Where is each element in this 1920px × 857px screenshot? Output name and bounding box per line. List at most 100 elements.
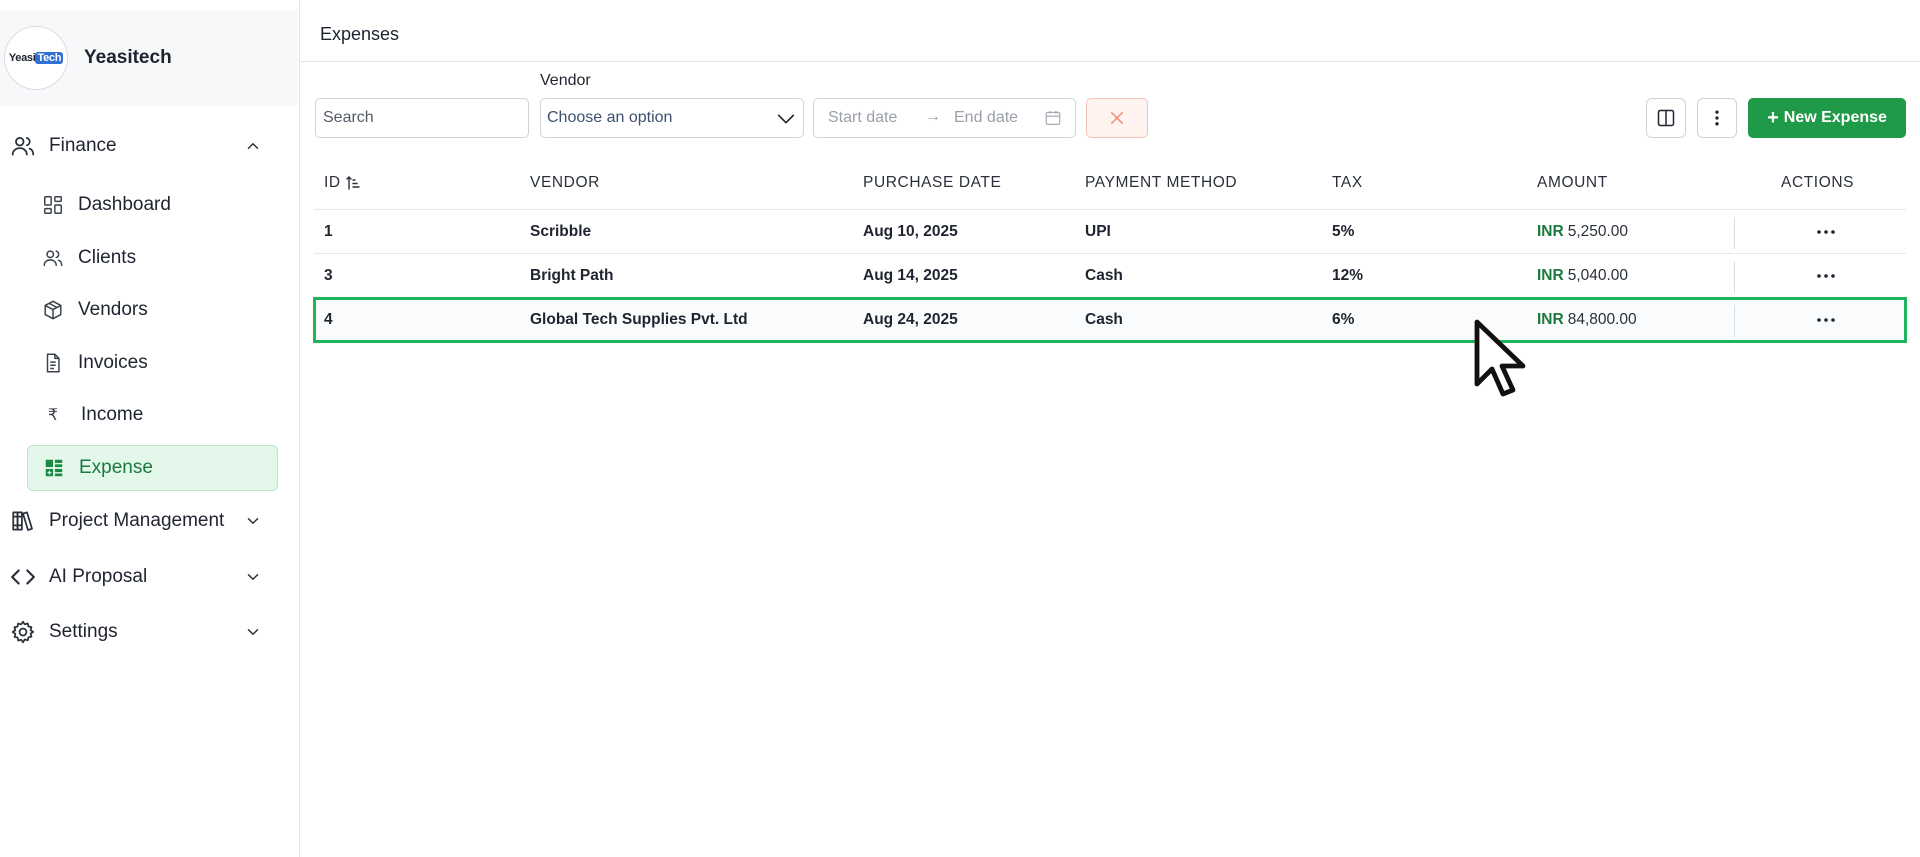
cell-id: 4: [324, 311, 333, 328]
cell-tax: 12%: [1332, 267, 1364, 284]
brand-name: Yeasitech: [84, 47, 172, 68]
sidebar-item-clients[interactable]: Clients: [27, 235, 278, 281]
column-header-payment-method[interactable]: PAYMENT METHOD: [1085, 174, 1237, 192]
code-icon: [11, 569, 35, 585]
sidebar-item-dashboard[interactable]: Dashboard: [27, 182, 278, 228]
new-expense-label: New Expense: [1783, 109, 1887, 126]
company-logo[interactable]: Yeasi Tech: [4, 26, 68, 90]
arrow-right-icon: →: [925, 108, 941, 125]
cell-payment-method: Cash: [1085, 311, 1123, 328]
column-divider: [1734, 261, 1735, 293]
chevron-down-icon: [777, 114, 795, 124]
column-header-id[interactable]: ID: [324, 174, 360, 192]
column-header-purchase-date[interactable]: PURCHASE DATE: [863, 174, 1001, 192]
column-divider: [1734, 217, 1735, 249]
sidebar-item-label: Vendors: [78, 299, 148, 320]
table-row[interactable]: 3 Bright Path Aug 14, 2025 Cash 12% INR 5…: [314, 254, 1906, 298]
vendor-select-placeholder: Choose an option: [547, 109, 673, 126]
table-row-highlighted[interactable]: 4 Global Tech Supplies Pvt. Ltd Aug 24, …: [313, 297, 1907, 343]
chevron-up-icon[interactable]: [244, 137, 262, 155]
sidebar-item-label: Expense: [79, 457, 153, 478]
sidebar-section-settings[interactable]: Settings: [0, 612, 298, 652]
dashboard-icon: [44, 196, 62, 214]
end-date-input[interactable]: End date: [954, 109, 1018, 127]
page-title: Expenses: [320, 24, 400, 44]
sidebar-item-invoices[interactable]: Invoices: [27, 340, 278, 386]
currency-code: INR: [1537, 223, 1564, 240]
cell-tax: 5%: [1332, 223, 1355, 240]
box-icon: [44, 300, 62, 320]
gear-icon: [11, 620, 35, 644]
sidebar-item-vendors[interactable]: Vendors: [27, 287, 278, 333]
sidebar-section-ai-proposal[interactable]: AI Proposal: [0, 557, 298, 597]
clear-filters-button[interactable]: [1086, 98, 1148, 138]
table-row[interactable]: 1 Scribble Aug 10, 2025 UPI 5% INR 5,250.…: [314, 210, 1906, 254]
close-icon: [1111, 112, 1123, 124]
currency-code: INR: [1537, 267, 1564, 284]
rupee-icon: ₹: [47, 407, 59, 424]
sidebar-item-income[interactable]: ₹ Income: [27, 392, 278, 438]
page-header: Expenses: [300, 10, 1920, 62]
cell-id: 3: [324, 267, 333, 284]
cell-purchase-date: Aug 14, 2025: [863, 267, 958, 284]
cell-purchase-date: Aug 24, 2025: [863, 311, 958, 328]
more-horizontal-icon: [1817, 274, 1835, 278]
plus-icon: +: [1767, 107, 1779, 129]
more-horizontal-icon: [1817, 318, 1835, 322]
sidebar: Yeasi Tech Yeasitech Finance Dashboard Cl…: [0, 0, 300, 857]
table-icon: [45, 459, 63, 477]
chevron-down-icon[interactable]: [244, 512, 262, 530]
more-options-button[interactable]: [1697, 98, 1737, 138]
cell-tax: 6%: [1332, 311, 1355, 328]
books-icon: [12, 511, 33, 531]
cell-amount: INR 5,040.00: [1537, 267, 1628, 285]
more-vertical-icon: [1715, 110, 1719, 126]
new-expense-button[interactable]: + New Expense: [1748, 98, 1906, 138]
sidebar-item-label: Invoices: [78, 352, 148, 373]
sidebar-section-project-management[interactable]: Project Management: [0, 501, 298, 541]
amount-value: 5,250.00: [1567, 223, 1629, 240]
column-header-tax[interactable]: TAX: [1332, 174, 1363, 192]
sidebar-item-label: Income: [81, 404, 144, 425]
columns-icon: [1657, 109, 1675, 127]
row-actions-button[interactable]: [1810, 306, 1842, 334]
column-header-vendor[interactable]: VENDOR: [530, 174, 600, 192]
sidebar-section-label: AI Proposal: [49, 566, 148, 587]
column-header-amount[interactable]: AMOUNT: [1537, 174, 1608, 192]
search-input[interactable]: [315, 98, 529, 138]
cell-purchase-date: Aug 10, 2025: [863, 223, 958, 240]
sidebar-section-label: Settings: [49, 621, 118, 642]
currency-code: INR: [1537, 311, 1564, 328]
row-actions-button[interactable]: [1810, 262, 1842, 290]
vendor-select[interactable]: Choose an option: [540, 98, 804, 138]
brand-header: Yeasi Tech Yeasitech: [0, 10, 298, 106]
calendar-icon: [1045, 110, 1061, 125]
more-horizontal-icon: [1817, 230, 1835, 234]
users-icon: [11, 137, 35, 156]
start-date-input[interactable]: Start date: [828, 109, 897, 127]
cell-vendor: Scribble: [530, 223, 592, 240]
cell-amount: INR 5,250.00: [1537, 223, 1628, 241]
cell-payment-method: Cash: [1085, 267, 1123, 284]
document-icon: [46, 353, 60, 373]
vendor-filter-label: Vendor: [540, 72, 591, 89]
cell-vendor: Bright Path: [530, 267, 614, 284]
cell-vendor: Global Tech Supplies Pvt. Ltd: [530, 311, 748, 328]
expenses-table: ID VENDOR PURCHASE DATE PAYMENT METHOD T…: [313, 164, 1907, 343]
sidebar-item-label: Clients: [78, 247, 137, 268]
cell-payment-method: UPI: [1085, 223, 1111, 240]
row-actions-button[interactable]: [1810, 218, 1842, 246]
cell-amount: INR 84,800.00: [1537, 311, 1637, 329]
sort-ascending-icon[interactable]: [346, 175, 360, 191]
cell-id: 1: [324, 223, 333, 240]
sidebar-section-finance[interactable]: Finance: [0, 126, 298, 166]
chevron-down-icon[interactable]: [244, 568, 262, 586]
main-content: Expenses Vendor Choose an option Start d…: [300, 0, 1920, 857]
chevron-down-icon[interactable]: [244, 623, 262, 641]
sidebar-section-label: Project Management: [49, 510, 225, 531]
sidebar-section-label: Finance: [49, 135, 117, 156]
column-header-actions: ACTIONS: [1781, 174, 1855, 191]
sidebar-item-expense[interactable]: Expense: [27, 445, 278, 491]
column-layout-button[interactable]: [1646, 98, 1686, 138]
date-range-picker[interactable]: Start date → End date: [813, 98, 1076, 138]
